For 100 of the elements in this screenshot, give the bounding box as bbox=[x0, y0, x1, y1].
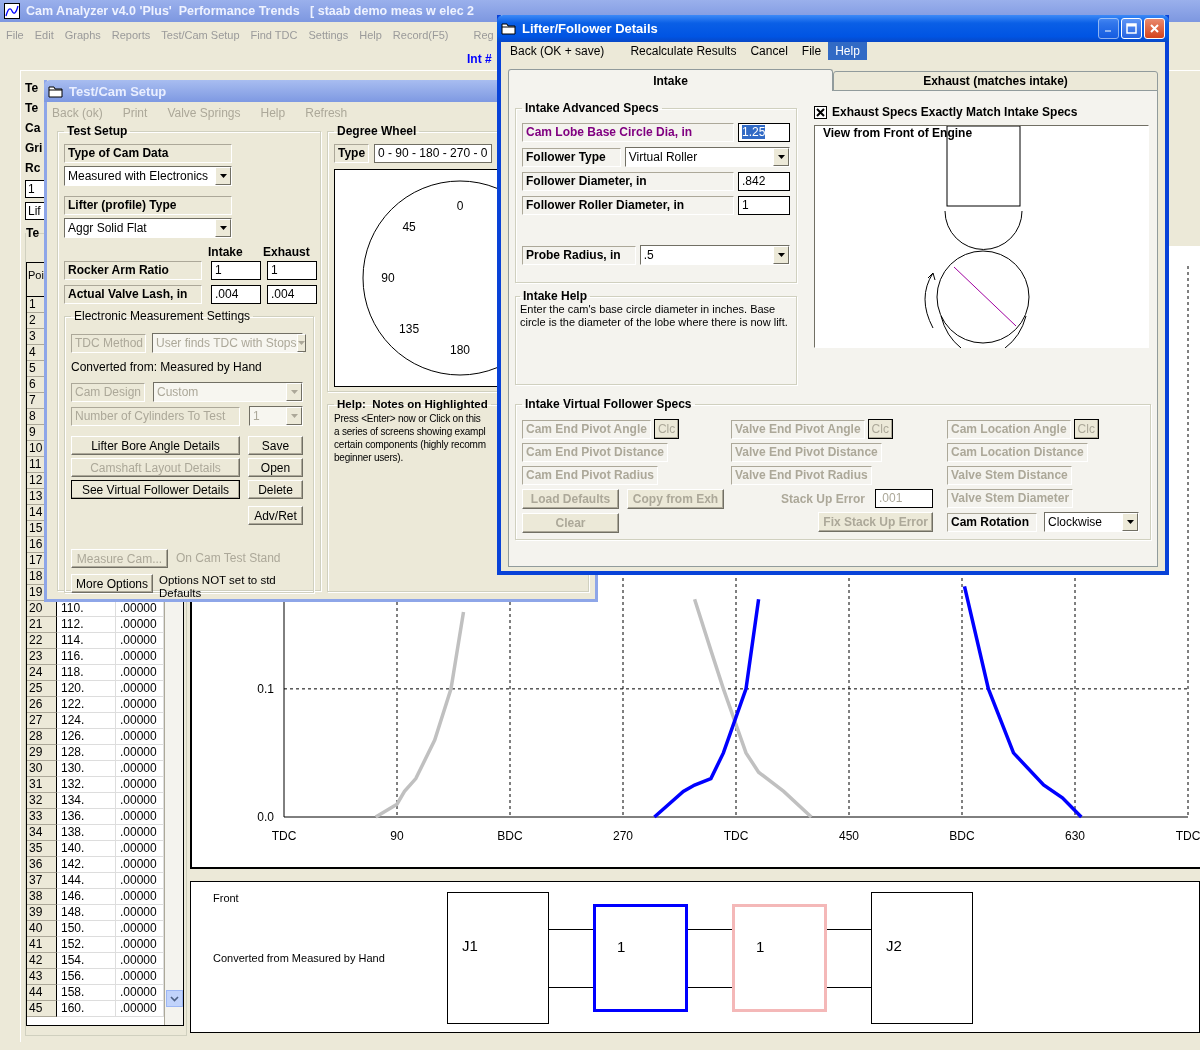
table-cell: 156. bbox=[57, 969, 116, 985]
row-number: 27 bbox=[27, 713, 57, 729]
field-label: Rc bbox=[25, 160, 41, 176]
app-icon bbox=[4, 3, 20, 19]
row-number: 32 bbox=[27, 793, 57, 809]
action-button[interactable]: Open bbox=[248, 458, 303, 477]
table-cell: 142. bbox=[57, 857, 116, 873]
table-cell: 114. bbox=[57, 633, 116, 649]
intake-label: Int # bbox=[467, 52, 492, 66]
diagram-label: Front bbox=[213, 892, 240, 904]
minimize-button[interactable] bbox=[1098, 18, 1119, 39]
group-title: Test Setup bbox=[66, 124, 129, 138]
table-cell: 122. bbox=[57, 697, 116, 713]
row-number: 30 bbox=[27, 761, 57, 777]
table-cell: 140. bbox=[57, 841, 116, 857]
axis-tick-label: BDC bbox=[497, 829, 523, 843]
field-label: Stack Up Error bbox=[780, 491, 865, 506]
scroll-down-button[interactable] bbox=[166, 990, 183, 1007]
axis-tick-label: BDC bbox=[949, 829, 975, 843]
tab[interactable]: Exhaust (matches intake) bbox=[833, 71, 1158, 91]
group-title: Intake Advanced Specs bbox=[524, 101, 660, 115]
group-title: Intake Virtual Follower Specs bbox=[524, 397, 693, 411]
row-number: 43 bbox=[27, 969, 57, 985]
group-title: Electronic Measurement Settings bbox=[73, 309, 252, 323]
dropdown[interactable]: Measured with Electronics bbox=[64, 166, 232, 186]
input-field[interactable]: 1 bbox=[25, 180, 47, 198]
checkbox-label: Exhaust Specs Exactly Match Intake Specs bbox=[832, 105, 1078, 119]
menu-item[interactable]: File bbox=[794, 42, 829, 60]
field-label: Number of Cylinders To Test bbox=[71, 406, 240, 426]
input-field[interactable]: 1 bbox=[267, 261, 317, 280]
field-label: Valve End Pivot Angle bbox=[731, 419, 865, 439]
wheel-number: 180 bbox=[450, 343, 470, 357]
table-cell: 134. bbox=[57, 793, 116, 809]
table-cell: 116. bbox=[57, 649, 116, 665]
journal-block: J1 bbox=[447, 892, 549, 1024]
axis-tick-label: 270 bbox=[613, 829, 633, 843]
lobe-block: 1 bbox=[732, 904, 827, 1012]
row-number: 22 bbox=[27, 633, 57, 649]
row-number: 28 bbox=[27, 729, 57, 745]
axis-tick-label: TDC bbox=[723, 829, 749, 843]
field-label: Actual Valve Lash, in bbox=[64, 285, 202, 304]
field-label: Follower Type bbox=[522, 147, 621, 167]
action-button[interactable]: See Virtual Follower Details bbox=[71, 480, 240, 499]
input-field[interactable]: 1 bbox=[738, 196, 790, 215]
field-label: Rocker Arm Ratio bbox=[64, 261, 202, 280]
menu-item[interactable]: Back (OK + save) bbox=[503, 42, 612, 60]
caret-icon bbox=[219, 174, 227, 178]
window-title: Test/Cam Setup bbox=[69, 83, 167, 99]
maximize-button[interactable] bbox=[1121, 18, 1142, 39]
action-button[interactable]: Delete bbox=[248, 480, 303, 499]
wheel-number: 0 bbox=[456, 199, 464, 213]
dropdown[interactable]: Clockwise bbox=[1044, 512, 1139, 532]
input-field[interactable]: 1 bbox=[211, 261, 261, 280]
row-number: 33 bbox=[27, 809, 57, 825]
action-button[interactable]: Adv/Ret bbox=[248, 506, 303, 525]
input-field[interactable]: .004 bbox=[267, 285, 317, 304]
row-number: 20 bbox=[27, 601, 57, 617]
table-cell: 152. bbox=[57, 937, 116, 953]
help-text: Press <Enter> now or Click on this a series of screens showing exampl certain components (highly recomm beginner users). bbox=[334, 412, 486, 464]
field-label: Type of Cam Data bbox=[64, 144, 232, 163]
axis-tick-label: 0.1 bbox=[257, 681, 274, 696]
input-field[interactable]: .004 bbox=[211, 285, 261, 304]
dropdown[interactable]: Virtual Roller bbox=[624, 147, 790, 167]
window-title: Lifter/Follower Details bbox=[522, 21, 658, 36]
row-number: 42 bbox=[27, 953, 57, 969]
table-cell: 160. bbox=[57, 1001, 116, 1017]
row-number: 26 bbox=[27, 697, 57, 713]
input-field[interactable]: Lif bbox=[25, 202, 47, 220]
row-number: 38 bbox=[27, 889, 57, 905]
row-number: 21 bbox=[27, 617, 57, 633]
field-label: Valve End Pivot Radius bbox=[731, 466, 872, 485]
row-number: 29 bbox=[27, 745, 57, 761]
chevron-down-icon bbox=[170, 995, 179, 1002]
menu-item[interactable]: Help bbox=[828, 42, 867, 60]
caret-icon bbox=[777, 155, 785, 159]
dropdown[interactable]: .5 bbox=[639, 245, 790, 265]
close-button[interactable] bbox=[1144, 18, 1165, 39]
action-button[interactable]: More Options bbox=[71, 574, 153, 593]
row-number: 25 bbox=[27, 681, 57, 697]
note-text: Options NOT set to std Defaults bbox=[159, 574, 277, 600]
input-field[interactable]: 0 - 90 - 180 - 270 - 0 bbox=[374, 144, 492, 163]
input-field[interactable]: 1.25 bbox=[738, 123, 790, 142]
row-number: 44 bbox=[27, 985, 57, 1001]
row-number: 45 bbox=[27, 1001, 57, 1017]
checkbox[interactable] bbox=[814, 105, 827, 119]
field-label: Cam Lobe Base Circle Dia, in bbox=[522, 123, 734, 142]
input-field[interactable]: .842 bbox=[738, 172, 790, 191]
action-button[interactable]: Save bbox=[248, 436, 303, 455]
field-label: Te bbox=[25, 100, 39, 116]
table-cell: 112. bbox=[57, 617, 116, 633]
caret-icon bbox=[219, 226, 227, 230]
action-button[interactable]: Lifter Bore Angle Details bbox=[71, 436, 240, 455]
help-text: Enter the cam's base circle diameter in inches. Base circle is the diameter of the lobe where there is now lift. bbox=[520, 303, 789, 329]
row-number: 24 bbox=[27, 665, 57, 681]
field-label: Cam End Pivot Radius bbox=[522, 466, 659, 485]
dropdown[interactable]: Aggr Solid Flat bbox=[64, 218, 232, 238]
menu-item[interactable]: Recalculate Results bbox=[623, 42, 744, 60]
row-number: 37 bbox=[27, 873, 57, 889]
menu-item[interactable]: Cancel bbox=[743, 42, 795, 60]
tab[interactable]: Intake bbox=[508, 69, 833, 91]
